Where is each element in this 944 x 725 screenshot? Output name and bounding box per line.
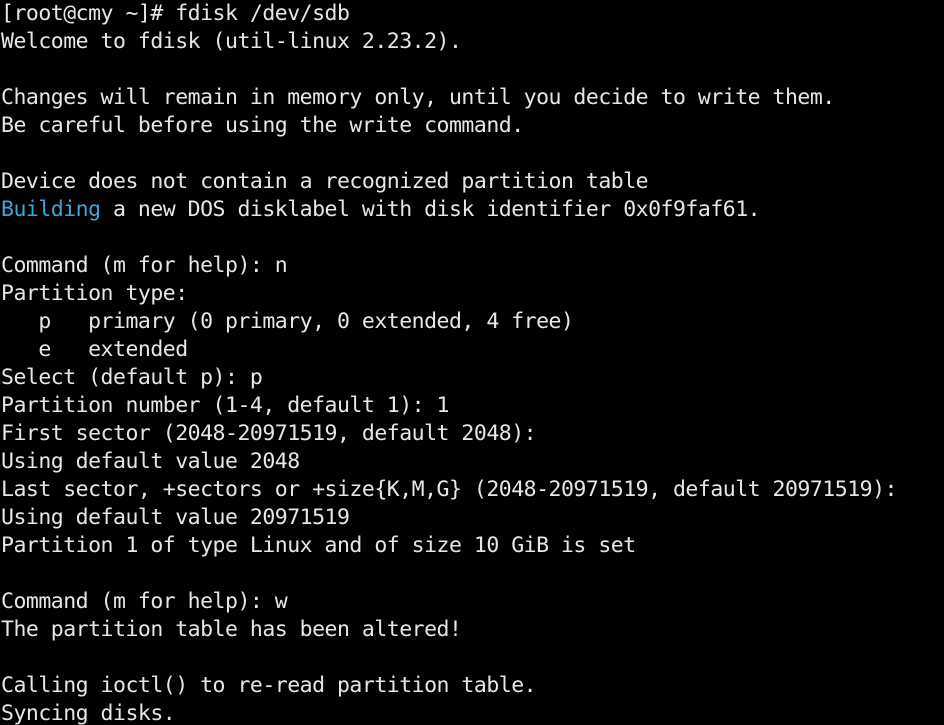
line-text: p primary (0 primary, 0 extended, 4 free…	[1, 309, 574, 334]
line-text: Calling ioctl() to re-read partition tab…	[1, 673, 537, 698]
prompt-input-line: Select (default p): p	[0, 364, 944, 392]
output-line: Device does not contain a recognized par…	[0, 168, 944, 196]
line-text: Partition number (1-4, default 1): 1	[1, 393, 450, 418]
output-line: Syncing disks.	[0, 700, 944, 725]
prompt-input-line: Partition number (1-4, default 1): 1	[0, 392, 944, 420]
output-line: e extended	[0, 336, 944, 364]
output-line: Building a new DOS disklabel with disk i…	[0, 196, 944, 224]
line-text: Syncing disks.	[1, 701, 176, 725]
output-line: The partition table has been altered!	[0, 616, 944, 644]
line-text: Partition type:	[1, 281, 188, 306]
line-text: First sector (2048-20971519, default 204…	[1, 421, 537, 446]
prompt-command-line: [root@cmy ~]# fdisk /dev/sdb	[0, 0, 944, 28]
line-text: [root@cmy ~]# fdisk /dev/sdb	[1, 1, 350, 26]
output-line: Calling ioctl() to re-read partition tab…	[0, 672, 944, 700]
prompt-input-line: First sector (2048-20971519, default 204…	[0, 420, 944, 448]
line-text: Command (m for help): n	[1, 253, 288, 278]
output-line: p primary (0 primary, 0 extended, 4 free…	[0, 308, 944, 336]
line-text: Changes will remain in memory only, unti…	[1, 85, 835, 110]
line-text: Using default value 2048	[1, 449, 300, 474]
line-text: Using default value 20971519	[1, 505, 350, 530]
line-text: Welcome to fdisk (util-linux 2.23.2).	[1, 29, 462, 54]
line-text: The partition table has been altered!	[1, 617, 462, 642]
output-line: Using default value 2048	[0, 448, 944, 476]
line-text: Select (default p): p	[1, 365, 263, 390]
prompt-input-line: Command (m for help): n	[0, 252, 944, 280]
prompt-input-line: Last sector, +sectors or +size{K,M,G} (2…	[0, 476, 944, 504]
line-text: Device does not contain a recognized par…	[1, 169, 649, 194]
output-line: Partition 1 of type Linux and of size 10…	[0, 532, 944, 560]
output-line: Using default value 20971519	[0, 504, 944, 532]
output-line: Partition type:	[0, 280, 944, 308]
output-line: Changes will remain in memory only, unti…	[0, 84, 944, 112]
line-text: Be careful before using the write comman…	[1, 113, 524, 138]
line-text: Command (m for help): w	[1, 589, 288, 614]
highlighted-word: Building	[1, 197, 101, 222]
line-text: Last sector, +sectors or +size{K,M,G} (2…	[1, 477, 897, 502]
line-text: a new DOS disklabel with disk identifier…	[100, 197, 761, 222]
line-text: e extended	[1, 337, 188, 362]
line-text: Partition 1 of type Linux and of size 10…	[1, 533, 636, 558]
terminal-window[interactable]: [root@cmy ~]# fdisk /dev/sdb Welcome to …	[0, 0, 944, 725]
prompt-input-line: Command (m for help): w	[0, 588, 944, 616]
output-line: Be careful before using the write comman…	[0, 112, 944, 140]
output-line: Welcome to fdisk (util-linux 2.23.2).	[0, 28, 944, 56]
